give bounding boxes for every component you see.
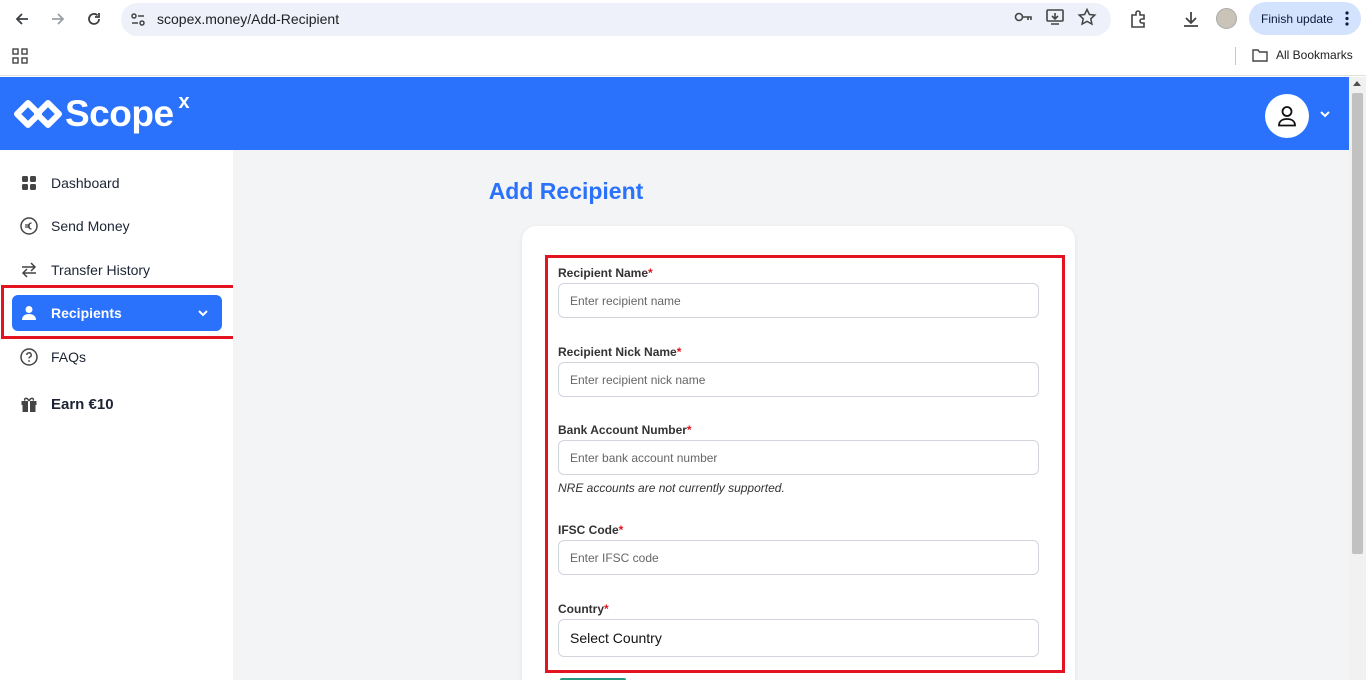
downloads-icon[interactable] — [1181, 9, 1201, 29]
required-mark: * — [604, 602, 609, 616]
required-mark: * — [676, 345, 682, 359]
recipient-nick-name-input[interactable]: Enter recipient nick name — [558, 362, 1039, 397]
install-app-icon[interactable] — [1045, 8, 1065, 26]
finish-update-label: Finish update — [1261, 11, 1334, 26]
bank-account-number-label-text: Bank Account Number — [558, 423, 687, 437]
required-mark: * — [648, 266, 653, 280]
extensions-icon[interactable] — [1128, 9, 1148, 29]
sidebar-item-transfer-history[interactable]: Transfer History — [12, 252, 222, 288]
scroll-up-arrow[interactable] — [1353, 81, 1361, 86]
bank-account-number-input[interactable]: Enter bank account number — [558, 440, 1039, 475]
country-select-value: Select Country — [570, 630, 662, 646]
reload-icon[interactable] — [82, 7, 106, 31]
user-icon — [1278, 106, 1296, 127]
recipient-name-placeholder: Enter recipient name — [570, 293, 681, 308]
recipient-nick-name-placeholder: Enter recipient nick name — [570, 372, 706, 387]
recipient-nick-name-label: Recipient Nick Name* — [558, 345, 681, 359]
recipient-name-label: Recipient Name* — [558, 266, 653, 280]
ifsc-code-placeholder: Enter IFSC code — [570, 550, 659, 565]
country-select[interactable]: Select Country — [558, 619, 1039, 657]
help-circle-icon — [20, 348, 38, 366]
browser-toolbar: scopex.money/Add-Recipient Finish update — [0, 0, 1366, 38]
site-info-icon[interactable] — [129, 11, 147, 29]
ifsc-code-label-text: IFSC Code — [558, 523, 619, 537]
sidebar-item-send-money[interactable]: Send Money — [12, 208, 222, 244]
recipient-nick-name-label-text: Recipient Nick Name — [558, 345, 677, 359]
folder-icon — [1252, 49, 1268, 62]
all-bookmarks-label: All Bookmarks — [1276, 48, 1353, 62]
user-menu-button[interactable] — [1265, 94, 1309, 138]
bookmark-star-icon[interactable] — [1077, 7, 1097, 26]
highlight-box-recipients — [1, 285, 236, 339]
nre-account-note: NRE accounts are not currently supported… — [558, 481, 785, 495]
sidebar-item-label: Send Money — [51, 218, 130, 234]
more-menu-icon — [1345, 11, 1349, 26]
chevron-down-icon[interactable] — [1318, 107, 1332, 121]
bank-account-number-label: Bank Account Number* — [558, 423, 692, 437]
url-text[interactable]: scopex.money/Add-Recipient — [157, 11, 339, 27]
scopex-logo[interactable]: Scope x — [14, 90, 190, 135]
sidebar-item-faqs[interactable]: FAQs — [12, 339, 222, 375]
sidebar-item-label: Earn €10 — [51, 395, 114, 413]
page-scrollbar[interactable] — [1349, 77, 1366, 680]
brand-name: Scope — [65, 93, 174, 134]
bank-account-number-placeholder: Enter bank account number — [570, 450, 718, 465]
app-header: Scope x — [0, 77, 1349, 150]
password-key-icon[interactable] — [1013, 8, 1033, 26]
sidebar-item-label: FAQs — [51, 349, 87, 365]
scopex-logo-mark-icon — [14, 100, 62, 128]
recipient-name-input[interactable]: Enter recipient name — [558, 283, 1039, 318]
euro-icon — [20, 217, 38, 235]
profile-avatar[interactable] — [1216, 8, 1237, 29]
country-label: Country* — [558, 602, 609, 616]
finish-update-button[interactable]: Finish update — [1249, 2, 1361, 35]
address-bar[interactable]: scopex.money/Add-Recipient — [121, 3, 1111, 36]
country-label-text: Country — [558, 602, 604, 616]
required-mark: * — [618, 523, 624, 537]
brand-superscript: x — [178, 90, 190, 113]
sidebar: Dashboard Send Money Transfer History Re… — [0, 150, 233, 680]
scroll-thumb[interactable] — [1352, 93, 1363, 554]
forward-icon[interactable] — [46, 7, 70, 31]
sidebar-item-earn[interactable]: Earn €10 — [12, 386, 222, 422]
swap-arrows-icon — [20, 261, 38, 279]
apps-grid-icon[interactable] — [12, 48, 28, 64]
ifsc-code-label: IFSC Code* — [558, 523, 623, 537]
bookmarks-bar: All Bookmarks — [0, 38, 1366, 76]
ifsc-code-input[interactable]: Enter IFSC code — [558, 540, 1039, 575]
gift-icon — [20, 395, 38, 413]
sidebar-item-label: Transfer History — [51, 262, 151, 278]
recipient-name-label-text: Recipient Name — [558, 266, 649, 280]
all-bookmarks-button[interactable]: All Bookmarks — [1252, 48, 1353, 62]
page-title: Add Recipient — [488, 178, 644, 204]
bookmarks-divider — [1235, 47, 1236, 65]
back-icon[interactable] — [10, 7, 34, 31]
required-mark: * — [686, 423, 692, 437]
